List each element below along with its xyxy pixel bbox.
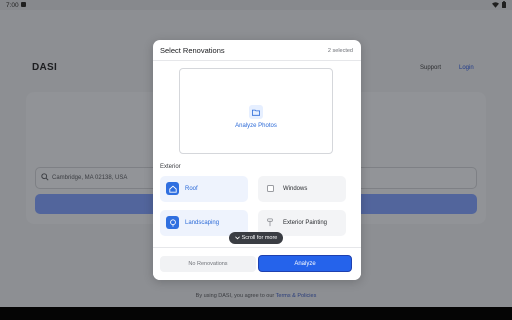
selected-count: 2 selected <box>327 48 353 54</box>
login-link[interactable]: Login <box>459 65 474 71</box>
status-time: 7:00 <box>6 1 19 9</box>
dialog-title: Select Renovations <box>160 46 225 55</box>
option-windows[interactable]: Windows <box>258 176 346 202</box>
option-roof[interactable]: Roof <box>160 176 248 202</box>
option-label: Landscaping <box>185 220 220 226</box>
dialog-body[interactable]: Analyze Photos Exterior Roof Windows Lan… <box>153 62 361 247</box>
notification-icon <box>21 2 26 7</box>
dialog-footer: No Renovations Analyze <box>153 247 361 280</box>
analyze-photos-dropzone[interactable]: Analyze Photos <box>179 68 333 154</box>
status-bar: 7:00 <box>0 0 512 10</box>
battery-icon <box>502 1 506 8</box>
analyze-button[interactable]: Analyze <box>258 255 352 272</box>
terms-footer: By using DASI, you agree to our Terms & … <box>0 293 512 299</box>
no-renovations-button[interactable]: No Renovations <box>160 256 256 272</box>
option-label: Exterior Painting <box>283 220 328 226</box>
dialog-header: Select Renovations 2 selected <box>153 40 361 61</box>
search-icon <box>41 173 49 181</box>
terms-link[interactable]: Terms & Policies <box>276 293 317 299</box>
wifi-icon <box>492 1 499 8</box>
scroll-hint-label: Scroll for more <box>241 235 278 241</box>
select-renovations-dialog: Select Renovations 2 selected Analyze Ph… <box>153 40 361 280</box>
option-label: Roof <box>185 186 198 192</box>
section-label-exterior: Exterior <box>160 164 181 170</box>
chevron-down-icon <box>234 236 240 240</box>
house-icon <box>166 182 179 195</box>
option-label: Windows <box>283 186 308 192</box>
tree-icon <box>166 216 179 229</box>
folder-icon <box>249 105 263 119</box>
analyze-photos-label: Analyze Photos <box>235 123 277 129</box>
address-value: Cambridge, MA 02138, USA <box>52 175 128 181</box>
footer-text: By using DASI, you agree to our <box>195 293 275 299</box>
drill-icon <box>267 218 273 227</box>
scroll-for-more-pill[interactable]: Scroll for more <box>229 232 283 244</box>
brand-logo: DASI <box>32 62 58 73</box>
system-icons <box>492 1 506 8</box>
checkbox-icon[interactable] <box>267 185 274 192</box>
system-nav-bar <box>0 307 512 320</box>
support-link[interactable]: Support <box>420 65 441 71</box>
